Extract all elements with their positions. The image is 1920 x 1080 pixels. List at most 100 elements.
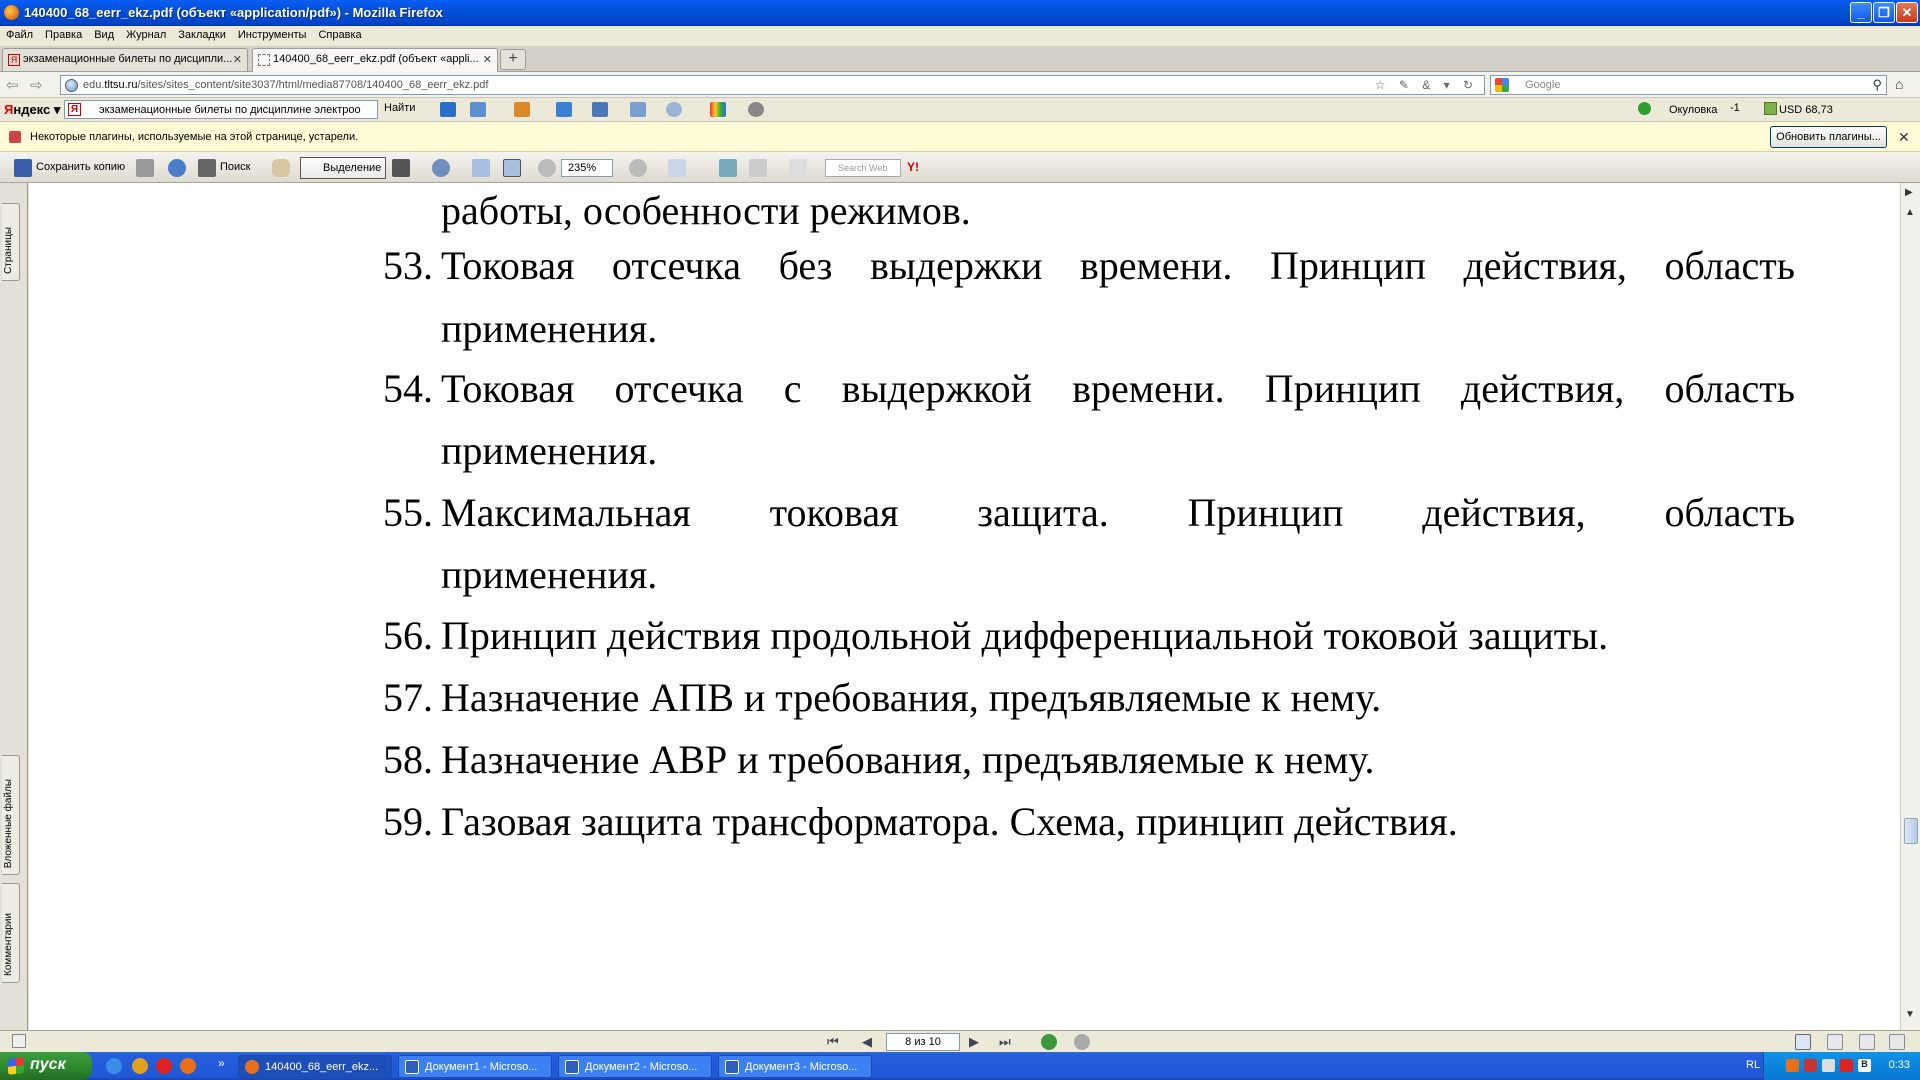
print-icon[interactable] [136, 159, 154, 177]
save-icon[interactable] [14, 159, 32, 177]
close-tab-icon[interactable]: ✕ [483, 53, 492, 66]
yandex-search-input[interactable]: Я экзаменационные билеты по дисциплине э… [64, 100, 378, 119]
sign-icon[interactable] [719, 159, 737, 177]
task-document1[interactable]: Документ1 - Microso... [398, 1055, 552, 1078]
last-page-button[interactable]: ⏭ [999, 1034, 1011, 1050]
yandex-translate-icon[interactable] [592, 102, 608, 117]
yandex-mail-icon[interactable] [470, 102, 486, 117]
snapshot-icon[interactable] [392, 159, 410, 177]
rotate-icon[interactable] [749, 159, 767, 177]
pdf-toolbar: Сохранить копию Поиск Выделение 235% Sea… [0, 152, 1920, 183]
task-document3[interactable]: Документ3 - Microso... [718, 1055, 872, 1078]
close-tab-icon[interactable]: ✕ [233, 53, 242, 66]
copy-icon[interactable] [789, 159, 807, 177]
menu-bookmarks[interactable]: Закладки [172, 26, 232, 41]
minimize-button[interactable]: _ [1850, 2, 1872, 23]
yandex-query: экзаменационные билеты по дисциплине эле… [99, 104, 361, 116]
forward-button[interactable]: ⇨ [30, 76, 43, 94]
menu-file[interactable]: Файл [0, 26, 39, 41]
weather-temp[interactable]: -1 [1730, 102, 1740, 114]
yandex-money-icon[interactable] [514, 102, 530, 117]
title-bar: 140400_68_eerr_ekz.pdf (объект «applicat… [0, 0, 1920, 26]
weather-city[interactable]: Окуловка [1638, 102, 1717, 116]
tray-volume-icon[interactable] [1822, 1059, 1835, 1072]
chrome-icon[interactable] [132, 1058, 148, 1074]
opera-icon[interactable] [156, 1058, 172, 1074]
tray-app-icon[interactable] [1786, 1059, 1799, 1072]
start-button[interactable]: пуск [0, 1052, 92, 1080]
menu-help[interactable]: Справка [312, 26, 367, 41]
gear-icon[interactable] [748, 102, 764, 117]
quicklaunch-overflow-icon[interactable]: » [218, 1056, 225, 1070]
tab-exam-tickets[interactable]: Я экзаменационные билеты по дисципли... … [2, 48, 248, 71]
zoom-level-input[interactable]: 235% [561, 159, 613, 177]
tray-antivirus-icon[interactable] [1804, 1059, 1817, 1072]
fit-page-icon[interactable] [472, 159, 490, 177]
select-tool-button[interactable]: Выделение [300, 157, 386, 179]
currency-rate[interactable]: USD 68,73 [1764, 102, 1833, 116]
yandex-bookmark-icon[interactable] [440, 102, 456, 117]
new-tab-button[interactable]: + [500, 49, 526, 70]
task-document2[interactable]: Документ2 - Microso... [558, 1055, 712, 1078]
back-button[interactable]: ⇦ [6, 76, 19, 94]
page-number-input[interactable]: 8 из 10 [886, 1033, 960, 1051]
update-plugins-button[interactable]: Обновить плагины... [1770, 126, 1887, 148]
zoom-out-icon[interactable] [538, 159, 556, 177]
url-bar[interactable]: edu.tltsu.ru/sites/sites_content/site303… [60, 75, 1485, 95]
menu-bar: Файл Правка Вид Журнал Закладки Инструменты Сп… [0, 26, 1920, 46]
close-window-button[interactable]: ✕ [1896, 2, 1918, 23]
yandex-find-button[interactable]: Найти [384, 102, 415, 114]
yandex-spellcheck-icon[interactable] [556, 102, 572, 117]
tab-attachments[interactable]: Вложенные файлы [2, 755, 20, 875]
url-bar-icons[interactable]: ☆ ✎ & ▾ ↻ [1375, 78, 1478, 92]
page-display-icon[interactable] [668, 159, 686, 177]
zoom-in-icon[interactable] [629, 159, 647, 177]
menu-tools[interactable]: Инструменты [232, 26, 313, 41]
word-icon [565, 1060, 579, 1074]
home-icon[interactable]: ⌂ [1895, 76, 1903, 92]
search-button[interactable]: Поиск [220, 158, 250, 178]
facing-view-icon[interactable] [1859, 1034, 1875, 1050]
tab-pdf[interactable]: 140400_68_eerr_ekz.pdf (объект «appli...… [252, 48, 498, 72]
continuous-facing-view-icon[interactable] [1889, 1034, 1905, 1050]
scroll-up-arrow-icon[interactable]: ▲ [1905, 207, 1915, 218]
search-web-input[interactable]: Search Web [825, 159, 901, 177]
ie-icon[interactable] [106, 1058, 122, 1074]
menu-edit[interactable]: Правка [39, 26, 88, 41]
yandex-color-icon[interactable] [710, 102, 726, 117]
tray-network-icon[interactable] [1840, 1059, 1853, 1072]
continuous-view-icon[interactable] [1827, 1034, 1843, 1050]
yandex-chat-icon[interactable] [666, 102, 682, 117]
email-icon[interactable] [168, 159, 186, 177]
hand-tool-icon[interactable] [272, 159, 290, 177]
restore-button[interactable]: ❐ [1873, 2, 1895, 23]
prev-page-button[interactable]: ◀ [862, 1034, 872, 1050]
menu-history[interactable]: Журнал [120, 26, 172, 41]
search-icon[interactable]: ⚲ [1872, 77, 1882, 93]
next-view-icon[interactable] [1074, 1034, 1090, 1050]
binoculars-icon[interactable] [198, 159, 216, 177]
first-page-button[interactable]: ⏮ [827, 1034, 839, 1050]
tab-comments[interactable]: Комментарии [2, 883, 20, 983]
zoom-tool-icon[interactable] [432, 159, 450, 177]
menu-view[interactable]: Вид [88, 26, 120, 41]
previous-view-icon[interactable] [1041, 1034, 1057, 1050]
search-input[interactable]: Google ⚲ [1490, 75, 1887, 95]
vertical-scrollbar[interactable]: ▶ ▲ ▼ [1900, 183, 1920, 1030]
next-page-button[interactable]: ▶ [969, 1034, 979, 1050]
yahoo-icon[interactable]: Y! [907, 160, 919, 174]
language-indicator[interactable]: RL [1746, 1059, 1760, 1071]
tray-b-icon[interactable]: B [1858, 1059, 1871, 1072]
yandex-grid-icon[interactable] [630, 102, 646, 117]
scroll-right-arrow-icon[interactable]: ▶ [1905, 187, 1913, 198]
scroll-thumb[interactable] [1904, 818, 1918, 844]
tab-pages[interactable]: Страницы [2, 203, 20, 281]
close-notification-icon[interactable]: ✕ [1898, 129, 1910, 146]
save-copy-button[interactable]: Сохранить копию [36, 158, 125, 178]
yandex-logo[interactable]: Яндекс ▾ [4, 102, 60, 118]
fit-width-icon[interactable] [503, 159, 521, 177]
scroll-down-arrow-icon[interactable]: ▼ [1905, 1009, 1915, 1020]
firefox-quicklaunch-icon[interactable] [180, 1058, 196, 1074]
single-page-view-icon[interactable] [1795, 1034, 1811, 1050]
task-firefox[interactable]: 140400_68_eerr_ekz... [238, 1055, 392, 1078]
